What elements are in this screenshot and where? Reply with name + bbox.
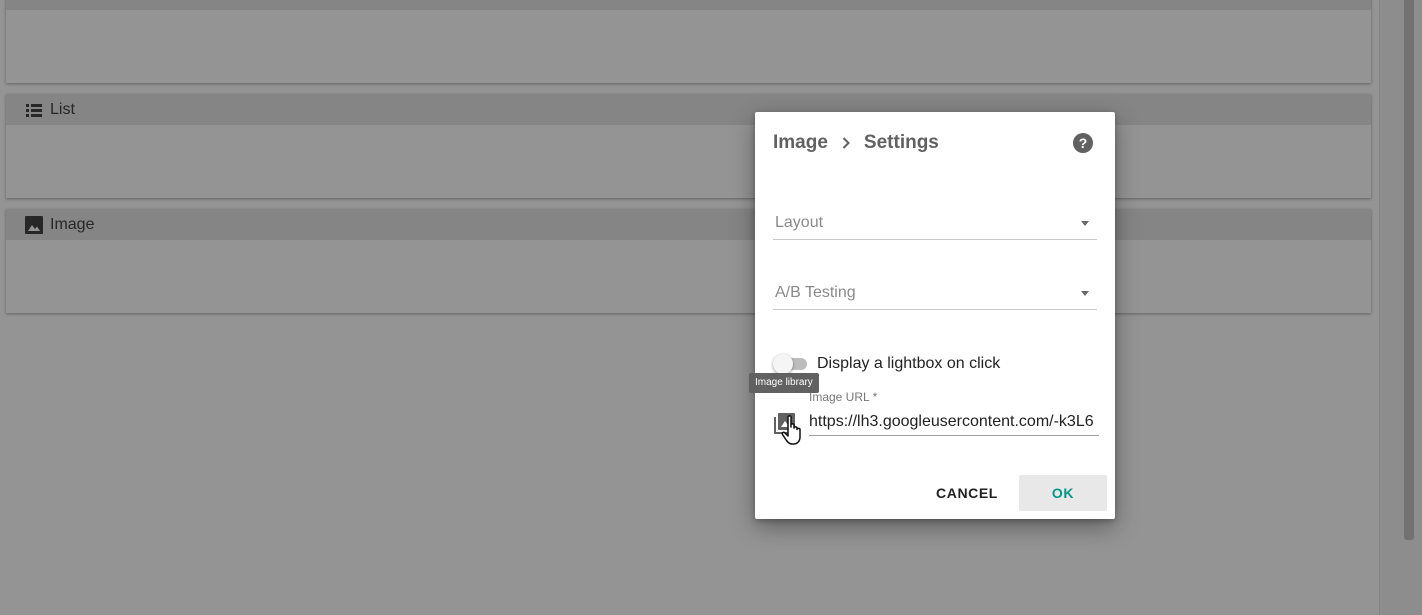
svg-text:?: ?: [1079, 135, 1088, 151]
caret-down-icon: [1081, 221, 1089, 226]
caret-down-icon: [1081, 291, 1089, 296]
layout-placeholder: Layout: [775, 214, 824, 231]
image-library-tooltip: Image library: [749, 373, 819, 393]
ab-testing-placeholder: A/B Testing: [775, 284, 856, 301]
lightbox-label: Display a lightbox on click: [817, 355, 1001, 372]
lightbox-toggle-row: Display a lightbox on click: [773, 353, 1000, 375]
hand-pointer-cursor-icon: [780, 414, 804, 448]
ok-button[interactable]: OK: [1019, 475, 1107, 511]
chevron-right-icon: [836, 133, 856, 153]
lightbox-toggle[interactable]: [773, 354, 809, 374]
modal-overlay[interactable]: [0, 0, 1422, 615]
image-url-label: Image URL *: [809, 390, 878, 404]
breadcrumb-parent: Image: [773, 132, 828, 153]
toggle-thumb: [773, 354, 793, 374]
breadcrumb-current: Settings: [863, 132, 939, 153]
cancel-button[interactable]: CANCEL: [923, 475, 1011, 511]
ab-testing-select[interactable]: A/B Testing: [773, 280, 1097, 310]
image-settings-dialog: Image Settings ? Layout A/B Testing Disp…: [755, 112, 1115, 519]
breadcrumb: Image Settings: [773, 132, 939, 154]
layout-select[interactable]: Layout: [773, 210, 1097, 240]
image-url-input[interactable]: [809, 408, 1099, 436]
help-icon[interactable]: ?: [1072, 132, 1094, 154]
